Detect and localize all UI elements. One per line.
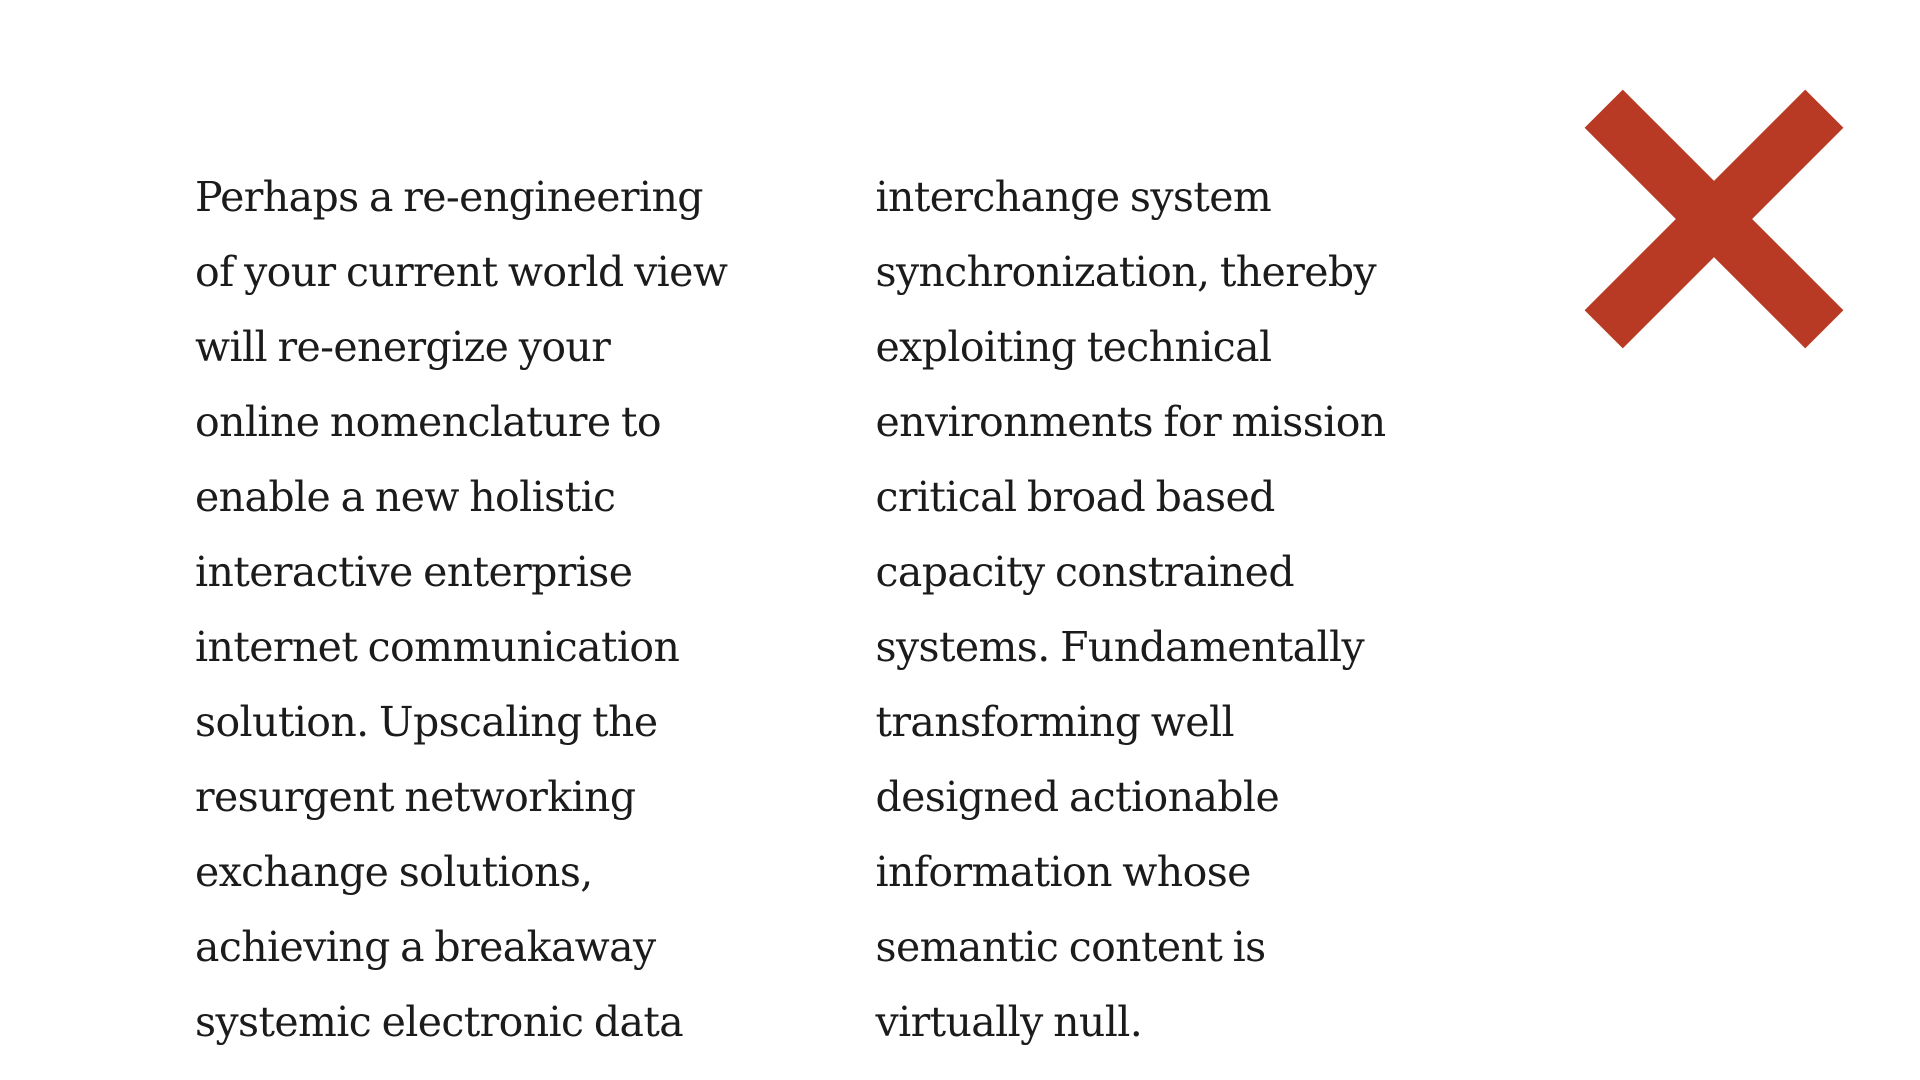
close-icon (1584, 89, 1844, 349)
close-button[interactable] (1583, 88, 1845, 350)
article-body: Perhaps a re-engineering of your current… (195, 160, 1413, 1080)
article-paragraph: Perhaps a re-engineering of your current… (195, 173, 1386, 1046)
page: Perhaps a re-engineering of your current… (0, 0, 1920, 1080)
